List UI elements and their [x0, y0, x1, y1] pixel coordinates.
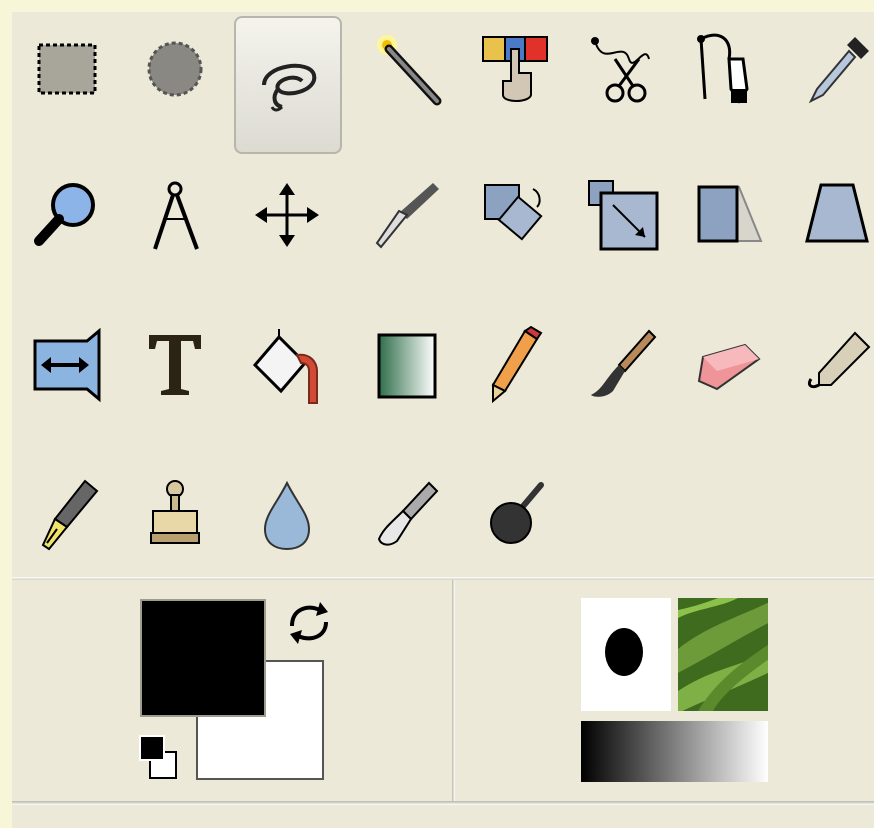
pattern-preview[interactable]: [678, 598, 768, 711]
scissors-select-icon: [591, 37, 650, 103]
tool-blend[interactable]: [354, 312, 460, 418]
paintbrush-icon: [591, 329, 657, 397]
perspective-icon: [805, 183, 869, 243]
tool-flip[interactable]: [14, 312, 120, 418]
tool-rectangle-select[interactable]: [14, 16, 120, 122]
default-colors-icon[interactable]: [138, 730, 182, 782]
ink-pen-icon: [41, 479, 99, 551]
scale-icon: [588, 180, 659, 251]
gradient-preview[interactable]: [581, 721, 768, 782]
tool-ink[interactable]: [14, 462, 120, 568]
zoom-magnifier-icon: [34, 183, 95, 246]
blend-gradient-icon: [377, 333, 437, 399]
flip-icon: [33, 327, 101, 403]
crop-knife-icon: [375, 183, 439, 249]
leaf-pattern-icon: [678, 598, 768, 711]
tool-perspective[interactable]: [784, 162, 874, 268]
brush-shape: [605, 628, 643, 676]
tool-scissors-select[interactable]: [570, 16, 676, 122]
free-select-lasso-icon: [262, 63, 317, 112]
color-picker-eyedropper-icon: [808, 37, 869, 104]
fuzzy-select-magic-wand-icon: [377, 35, 442, 106]
toolbox-panel: [12, 12, 874, 828]
move-icon: [255, 183, 319, 247]
rotate-icon: [484, 184, 543, 241]
dodge-burn-icon: [490, 482, 544, 544]
shear-icon: [697, 185, 763, 243]
tool-select-by-color[interactable]: [462, 16, 568, 122]
tool-paths[interactable]: [676, 16, 782, 122]
measure-compass-icon: [153, 181, 199, 250]
airbrush-icon: [807, 331, 871, 389]
blur-sharpen-drop-icon: [263, 480, 311, 551]
tool-pencil[interactable]: [462, 312, 568, 418]
tool-bucket-fill[interactable]: [234, 312, 340, 418]
clone-stamp-icon: [150, 480, 200, 544]
tool-dodge-burn[interactable]: [462, 462, 568, 568]
tool-shear[interactable]: [676, 162, 782, 268]
toolbox-divider: [12, 577, 874, 580]
foreground-color-swatch[interactable]: [140, 599, 266, 717]
window-top-border: [0, 0, 874, 12]
tool-fuzzy-select[interactable]: [354, 16, 460, 122]
select-by-color-icon: [482, 36, 548, 102]
bottom-divider: [12, 801, 874, 805]
tool-blur-sharpen[interactable]: [234, 462, 340, 568]
color-brush-divider: [452, 580, 455, 802]
tool-measure[interactable]: [122, 162, 228, 268]
tool-eraser[interactable]: [676, 312, 782, 418]
tool-grid: [12, 12, 874, 577]
smudge-icon: [377, 481, 439, 546]
tool-scale[interactable]: [570, 162, 676, 268]
window-left-border: [0, 0, 12, 828]
tool-rotate[interactable]: [462, 162, 568, 268]
tool-move[interactable]: [234, 162, 340, 268]
tool-free-select[interactable]: [234, 16, 342, 154]
rectangle-select-icon: [37, 43, 97, 95]
eraser-icon: [697, 343, 761, 391]
paths-pen-icon: [697, 33, 749, 104]
tool-color-picker[interactable]: [784, 16, 874, 122]
tool-paintbrush[interactable]: [570, 312, 676, 418]
tool-clone[interactable]: [122, 462, 228, 568]
swap-arrows-icon[interactable]: [282, 596, 336, 652]
tool-ellipse-select[interactable]: [122, 16, 228, 122]
ellipse-select-icon: [147, 41, 203, 97]
tool-text[interactable]: [122, 312, 228, 418]
text-icon: [149, 335, 201, 395]
tool-zoom[interactable]: [14, 162, 120, 268]
tool-crop[interactable]: [354, 162, 460, 268]
pencil-icon: [491, 325, 543, 404]
bucket-fill-icon: [252, 329, 318, 404]
tool-smudge[interactable]: [354, 462, 460, 568]
tool-airbrush[interactable]: [784, 312, 874, 418]
